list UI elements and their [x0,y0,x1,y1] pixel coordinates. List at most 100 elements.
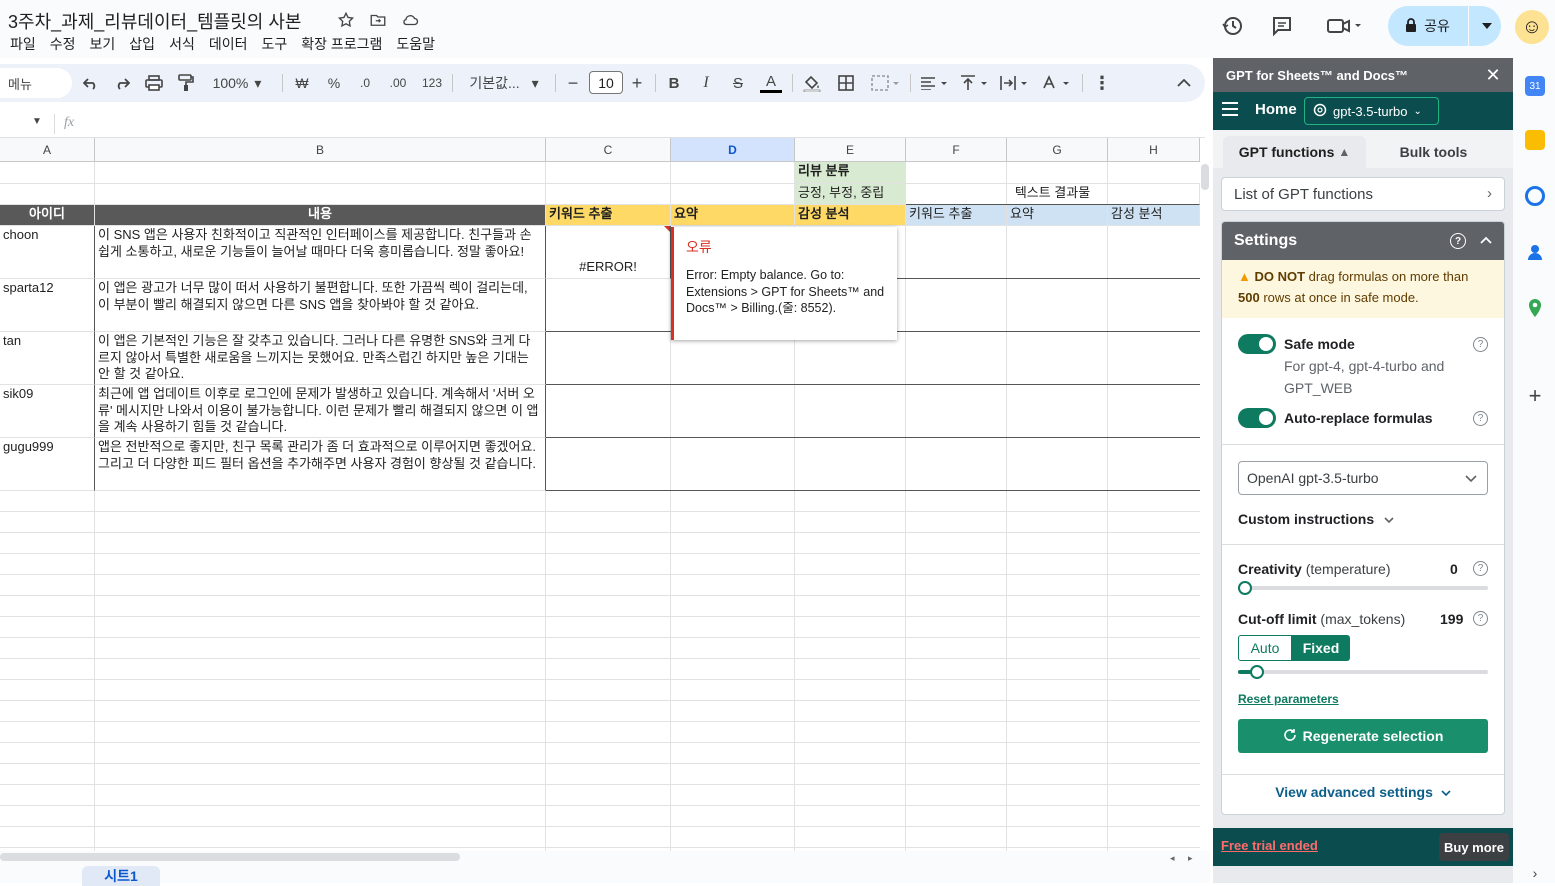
menu-search-input[interactable]: 메뉴 [0,68,72,98]
tab-bulk-tools[interactable]: Bulk tools [1366,136,1501,168]
contacts-icon[interactable] [1525,242,1545,262]
paint-format-icon[interactable] [175,64,197,102]
column-header-g[interactable]: G [1007,138,1108,162]
font-size-decrease-icon[interactable]: − [564,64,582,102]
text-wrap-icon[interactable] [998,64,1032,102]
align-horizontal-icon[interactable] [918,64,952,102]
menu-data[interactable]: 데이터 [209,34,248,54]
header-cell-result-summary[interactable]: 요약 [1007,205,1108,226]
cell-content[interactable]: 최근에 앱 업데이트 이후로 로그인에 문제가 발생하고 있습니다. 계속해서 … [95,385,546,438]
cell-id[interactable]: sparta12 [0,279,95,332]
menu-help[interactable]: 도움말 [396,34,435,54]
italic-button[interactable]: I [696,64,716,102]
scroll-left-icon[interactable]: ◂ [1170,853,1175,864]
meet-icon[interactable] [1322,12,1368,40]
cutoff-slider-knob[interactable] [1250,665,1264,679]
share-dropdown-icon[interactable] [1472,6,1501,46]
redo-icon[interactable] [111,64,133,102]
column-header-b[interactable]: B [95,138,546,162]
font-select[interactable]: 기본값... ▾ [462,64,546,102]
strikethrough-button[interactable]: S [728,64,748,102]
more-options-icon[interactable]: ⋮ [1092,64,1112,102]
column-header-d[interactable]: D [671,138,795,162]
header-cell-summary[interactable]: 요약 [671,205,795,226]
column-header-h[interactable]: H [1108,138,1200,162]
cell-content[interactable]: 이 SNS 앱은 사용자 친화적이고 직관적인 인터페이스를 제공합니다. 친구… [95,226,546,279]
home-link[interactable]: Home [1255,101,1297,118]
share-main[interactable]: 공유 [1388,6,1466,46]
reset-parameters-link[interactable]: Reset parameters [1238,692,1339,706]
header-cell-id[interactable]: 아이디 [0,205,95,226]
cell-content[interactable]: 이 앱은 광고가 너무 많이 떠서 사용하기 불편합니다. 또한 가끔씩 렉이 … [95,279,546,332]
menu-insert[interactable]: 삽입 [129,34,155,54]
header-cell-result-keyword[interactable]: 키워드 추출 [906,205,1007,226]
increase-decimal-button[interactable]: .00 [386,64,410,102]
header-cell-content[interactable]: 내용 [95,205,546,226]
help-icon[interactable]: ? [1450,233,1466,249]
comments-icon[interactable] [1268,12,1296,40]
sheet-tab[interactable]: 시트1 [82,866,160,886]
percent-button[interactable]: % [324,64,344,102]
model-dropdown[interactable]: OpenAI gpt-3.5-turbo [1238,461,1488,495]
bold-button[interactable]: B [664,64,684,102]
print-icon[interactable] [143,64,165,102]
free-trial-ended-link[interactable]: Free trial ended [1221,838,1318,853]
text-color-button[interactable]: A [760,64,782,102]
horizontal-scrollbar[interactable] [0,853,460,861]
cell-id[interactable]: choon [0,226,95,279]
view-advanced-settings-link[interactable]: View advanced settings [1222,784,1504,800]
cutoff-auto-button[interactable]: Auto [1238,635,1292,661]
history-icon[interactable] [1219,12,1247,40]
calendar-icon[interactable]: 31 [1525,76,1545,96]
decrease-decimal-button[interactable]: .0 [354,64,376,102]
group-header-review[interactable]: 리뷰 분류 [795,162,906,184]
menu-extensions[interactable]: 확장 프로그램 [301,34,382,54]
help-icon[interactable]: ? [1473,411,1488,426]
avatar[interactable]: ☺ [1515,10,1549,44]
column-header-a[interactable]: A [0,138,95,162]
undo-icon[interactable] [80,64,102,102]
menu-format[interactable]: 서식 [169,34,195,54]
keep-icon[interactable] [1525,130,1545,150]
cell-id[interactable]: gugu999 [0,438,95,491]
regenerate-selection-button[interactable]: Regenerate selection [1238,719,1488,753]
list-gpt-functions[interactable]: List of GPT functions › [1221,177,1505,211]
chevron-up-icon[interactable] [1480,231,1492,249]
custom-instructions-toggle[interactable]: Custom instructions [1238,511,1394,527]
safe-mode-toggle[interactable] [1238,334,1276,354]
menu-tools[interactable]: 도구 [261,34,287,54]
tab-gpt-functions[interactable]: GPT functions ▲ [1223,136,1366,168]
creativity-slider-knob[interactable] [1238,581,1252,595]
model-selector[interactable]: gpt-3.5-turbo ⌄ [1304,97,1439,125]
header-cell-result-sentiment[interactable]: 감성 분석 [1108,205,1200,226]
menu-icon[interactable] [1221,100,1241,120]
share-button[interactable]: 공유 [1388,6,1501,46]
result-header[interactable]: 텍스트 결과물 [906,184,1200,205]
cell-id[interactable]: tan [0,332,95,385]
cloud-status-icon[interactable] [400,10,420,30]
merge-cells-icon[interactable] [868,64,904,102]
cutoff-slider[interactable] [1238,670,1488,674]
group-subheader-sentiment[interactable]: 긍정, 부정, 중립 [795,184,906,205]
fill-color-icon[interactable] [802,64,822,102]
menu-file[interactable]: 파일 [10,34,36,54]
currency-button[interactable]: ₩ [292,64,312,102]
text-rotation-icon[interactable] [1040,64,1074,102]
font-size-input[interactable]: 10 [589,71,623,94]
menu-edit[interactable]: 수정 [50,34,76,54]
column-header-c[interactable]: C [546,138,671,162]
cell-error[interactable]: #ERROR! [546,226,671,279]
number-format-button[interactable]: 123 [420,64,444,102]
spreadsheet-grid[interactable]: A B C D E F G H 리뷰 분류 긍정, 부정, 중립 텍스트 결과물… [0,138,1200,851]
star-icon[interactable] [336,10,356,30]
auto-replace-toggle[interactable] [1238,408,1276,428]
expand-rail-icon[interactable]: › [1525,863,1545,883]
document-title[interactable]: 3주차_과제_리뷰데이터_템플릿의 사본 [8,8,301,34]
creativity-slider[interactable] [1238,586,1488,590]
help-icon[interactable]: ? [1473,337,1488,352]
collapse-toolbar-icon[interactable] [1172,64,1196,102]
cell-content[interactable]: 앱은 전반적으로 좋지만, 친구 목록 관리가 좀 더 효과적으로 이루어지면 … [95,438,546,491]
vertical-scrollbar[interactable] [1201,164,1209,190]
header-cell-keyword[interactable]: 키워드 추출 [546,205,671,226]
column-header-f[interactable]: F [906,138,1007,162]
